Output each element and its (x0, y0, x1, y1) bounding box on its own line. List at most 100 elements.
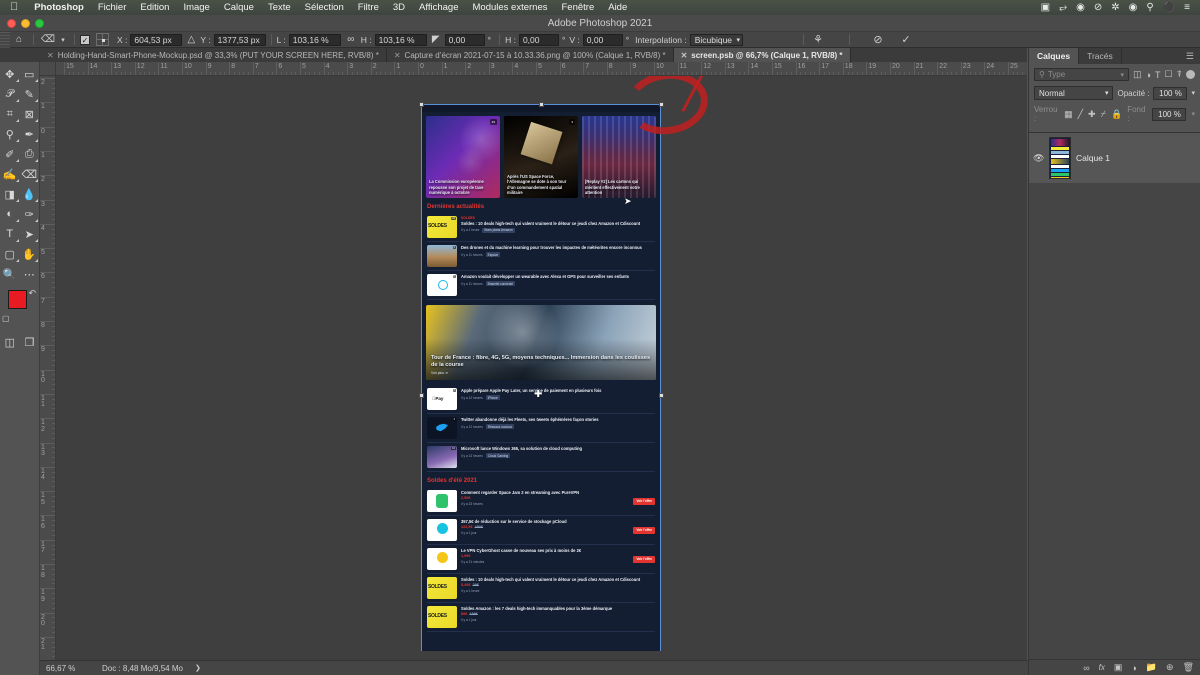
layer-row[interactable]: 👁 Calque 1 (1029, 133, 1200, 183)
quick-mask-icon[interactable]: ◫ (5, 336, 15, 349)
news-row[interactable]: 10 Microsoft lance Windows 365, sa soluti… (427, 443, 655, 472)
deal-offer-button[interactable]: Voir l'offre (633, 497, 655, 505)
menu-item-texte[interactable]: Texte (261, 2, 298, 13)
skew-h-input[interactable]: 0,00 (518, 33, 559, 46)
delete-layer-icon[interactable]: 🗑 (1183, 662, 1194, 673)
menu-item-filtre[interactable]: Filtre (351, 2, 386, 13)
home-icon[interactable]: ⌂ (10, 34, 28, 45)
news-tag[interactable]: Bracelet connecté (485, 281, 516, 286)
lock-artboard-icon[interactable]: ⌿ (1101, 109, 1106, 120)
chevron-down-icon[interactable]: ▾ (57, 36, 69, 44)
menu-item-fichier[interactable]: Fichier (91, 2, 134, 13)
hero-more-link[interactable]: Voir plus ➜ (431, 371, 651, 375)
document-tab-capture[interactable]: ✕ Capture d’écran 2021-07-15 à 10.33.36.… (386, 48, 674, 62)
lasso-tool[interactable]: 𝒫 (0, 84, 20, 104)
delta-icon[interactable]: △ (182, 34, 200, 45)
type-filter-icon[interactable]: T (1155, 70, 1161, 80)
zoom-level[interactable]: 66,67 % (40, 664, 96, 673)
layer-name[interactable]: Calque 1 (1076, 153, 1110, 163)
warp-icon[interactable]: ⚘ (809, 33, 827, 46)
hand-tool[interactable]: ✋ (20, 244, 40, 264)
bluetooth-icon[interactable]: ✲ (1111, 2, 1119, 13)
options-bar-grip[interactable] (0, 31, 10, 48)
news-tag[interactable]: Bons plans Amazon (482, 227, 515, 233)
lock-position-icon[interactable]: ✚ (1088, 109, 1096, 120)
news-row[interactable]: 5 Amazon voulait développer un wearable a… (427, 271, 655, 300)
document-tab-mockup[interactable]: ✕ Holding-Hand-Smart-Phone-Mockup.psd @ … (40, 48, 387, 62)
link-layers-icon[interactable]: ∞ (1083, 663, 1089, 673)
foreground-color-swatch[interactable] (8, 290, 27, 309)
news-row[interactable]: Le VPN CyberGhost casse de nouveau ses p… (427, 545, 655, 574)
move-tool[interactable]: ✥ (0, 64, 20, 84)
control-center-icon[interactable]: ≡ (1184, 2, 1190, 13)
horizontal-ruler[interactable]: 15 14 13 12 11 10 9 8 7 6 5 4 3 2 1 0 1 2 3 4 5 6 7 8 9 10 11 12 13 1… (56, 62, 1027, 76)
frame-tool[interactable]: ⊠ (20, 104, 40, 124)
dodge-tool[interactable]: ◐ (0, 204, 20, 224)
shortcuts-icon[interactable]: ⥂ (1059, 2, 1067, 13)
menu-item-photoshop[interactable]: Photoshop (27, 2, 91, 13)
chevron-down-icon[interactable]: ▾ (1191, 89, 1195, 97)
path-selection-tool[interactable]: ➤ (20, 224, 40, 244)
pen-tool[interactable]: ✑ (20, 204, 40, 224)
lock-image-icon[interactable]: ╱ (1078, 109, 1083, 120)
layer-visibility-icon[interactable]: 👁 (1033, 153, 1044, 164)
menu-item-affichage[interactable]: Affichage (412, 2, 465, 13)
spot-healing-brush-tool[interactable]: ✒ (20, 124, 40, 144)
panel-menu-icon[interactable]: ☰ (1180, 48, 1200, 64)
canvas-horizontal-scrollbar[interactable] (56, 651, 1018, 660)
cancel-transform-icon[interactable]: ⊘ (869, 33, 887, 46)
pixel-filter-icon[interactable]: ◫ (1133, 69, 1142, 80)
menu-item-selection[interactable]: Sélection (298, 2, 351, 13)
edit-toolbar-button[interactable]: ⋯ (20, 264, 40, 284)
vertical-ruler[interactable]: 2101234567891011121314151617181920212223 (40, 76, 56, 660)
width-input[interactable]: 103,16 % (288, 33, 341, 46)
fill-input[interactable]: 100 % (1152, 107, 1187, 121)
lock-transparency-icon[interactable]: ▦ (1064, 109, 1073, 120)
blur-tool[interactable]: 💧 (20, 184, 40, 204)
screen-mode-icon[interactable]: ❐ (24, 336, 34, 349)
angle-icon[interactable]: ◤ (427, 34, 445, 45)
news-row[interactable]: 24 SOLDESSoldes : 10 deals high-tech qui … (427, 213, 655, 242)
menu-item-modules-externes[interactable]: Modules externes (466, 2, 555, 13)
new-adjustment-icon[interactable]: ◑ (1131, 663, 1136, 673)
wifi-icon[interactable]: ◉ (1129, 2, 1138, 13)
menu-item-edition[interactable]: Edition (133, 2, 176, 13)
brush-tool[interactable]: ✐ (0, 144, 20, 164)
skew-v-input[interactable]: 0,00 (582, 33, 623, 46)
close-icon[interactable]: ✕ (394, 51, 401, 60)
clone-stamp-tool[interactable]: ⎙ (20, 144, 40, 164)
news-row[interactable]: 1 Des drones et du machine learning pour … (427, 242, 655, 271)
tab-calques[interactable]: Calques (1029, 48, 1080, 64)
history-brush-tool[interactable]: ✍ (0, 164, 20, 184)
deal-offer-button[interactable]: Voir l'offre (633, 526, 655, 534)
card-space[interactable]: 3 Après l’US Space Force, l’Allemagne se … (504, 116, 578, 198)
news-tag[interactable]: Espace (485, 252, 501, 257)
chevron-down-icon[interactable]: ▾ (1191, 110, 1195, 118)
adjustment-filter-icon[interactable]: ◑ (1146, 70, 1151, 80)
close-icon[interactable]: ✕ (47, 51, 54, 60)
menu-item-fenetre[interactable]: Fenêtre (554, 2, 601, 13)
marquee-tool[interactable]: ▭ (20, 64, 40, 84)
menu-item-3d[interactable]: 3D (386, 2, 412, 13)
new-layer-icon[interactable]: ⊕ (1166, 662, 1174, 673)
do-not-disturb-icon[interactable]: ⊘ (1094, 2, 1102, 13)
commit-transform-icon[interactable]: ✓ (897, 33, 915, 46)
layer-filter-select[interactable]: ⚲ Type ▾ (1034, 68, 1130, 81)
x-input[interactable]: 604,53 px (130, 33, 183, 46)
rotation-input[interactable]: 0,00 (444, 33, 485, 46)
swap-colors-icon[interactable]: ↶ (28, 288, 36, 299)
interpolation-select[interactable]: Bicubique (689, 33, 744, 46)
opacity-input[interactable]: 100 % (1153, 86, 1188, 100)
dropbox-icon[interactable]: ◉ (1076, 2, 1085, 13)
document-tab-screen[interactable]: ✕ screen.psb @ 66,7% (Calque 1, RVB/8) * (673, 48, 851, 62)
hero-banner[interactable]: Tour de France : fibre, 4G, 5G, moyens t… (426, 305, 656, 380)
status-expand-arrow[interactable]: ❯ (189, 664, 207, 672)
default-colors-icon[interactable]: ▢ (2, 314, 10, 323)
menu-item-image[interactable]: Image (176, 2, 216, 13)
menu-item-calque[interactable]: Calque (217, 2, 261, 13)
transform-reference-icon[interactable]: ⌫ (39, 34, 57, 45)
apple-logo-icon[interactable]:  (6, 2, 27, 13)
deal-offer-button[interactable]: Voir l'offre (633, 555, 655, 563)
smart-object-filter-icon[interactable]: ⍒ (1177, 69, 1182, 80)
ruler-corner[interactable] (40, 62, 56, 76)
